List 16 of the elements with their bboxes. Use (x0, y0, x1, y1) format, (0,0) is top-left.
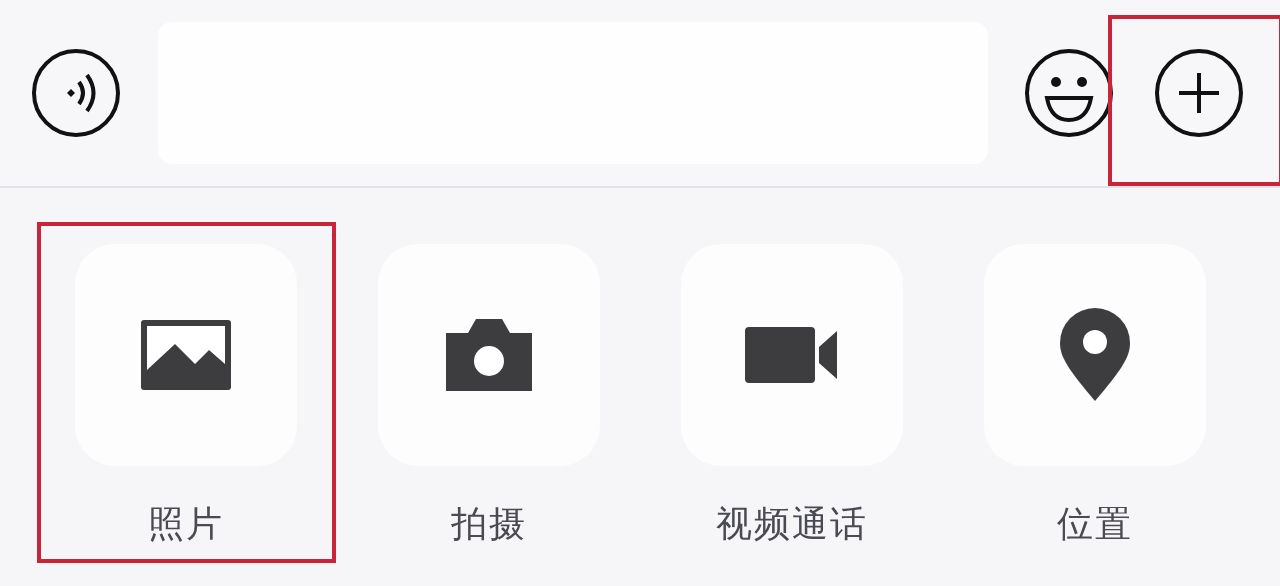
action-label: 视频通话 (715, 502, 869, 546)
location-pin-icon (1058, 307, 1132, 403)
image-icon (139, 318, 233, 392)
action-label: 照片 (147, 502, 225, 546)
action-label: 位置 (1056, 502, 1134, 546)
action-button[interactable]: 位置 (984, 244, 1280, 549)
voice-button[interactable] (30, 47, 122, 139)
emoji-icon (1024, 48, 1114, 138)
emoji-button[interactable] (1023, 47, 1115, 139)
action-label: 拍摄 (450, 502, 528, 546)
action-button[interactable]: 视频通话 (681, 244, 984, 549)
more-button[interactable] (1153, 47, 1245, 139)
action-button[interactable]: 拍摄 (378, 244, 681, 549)
voice-icon (31, 48, 121, 138)
plus-icon (1154, 48, 1244, 138)
action-button[interactable]: 照片 (75, 244, 378, 549)
